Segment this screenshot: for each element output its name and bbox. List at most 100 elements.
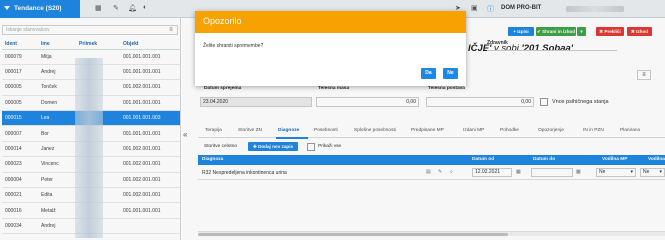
resident-list-panel: ≡ Ident Ime Priimek Objekt 000079Mitja00… bbox=[0, 18, 181, 240]
tab-splosne-posebnosti[interactable]: Splošne posebnosti bbox=[354, 128, 396, 133]
add-record-button[interactable]: ✚ Dodaj nov zapis bbox=[248, 142, 298, 151]
date-to-field[interactable] bbox=[531, 168, 573, 177]
weight-field[interactable]: 0,00 bbox=[316, 97, 419, 107]
tab-pohodke[interactable]: Pohodke bbox=[500, 128, 519, 133]
surname-cell bbox=[76, 125, 120, 142]
tab-diagnoze[interactable]: Diagnoze bbox=[278, 128, 299, 133]
grid-header-lead[interactable]: Vodilna bbox=[648, 157, 665, 162]
tab-izdani-mp[interactable]: Izdani MP bbox=[463, 128, 484, 133]
table-row[interactable]: 000034 Andrej bbox=[2, 218, 180, 235]
surname-cell bbox=[76, 218, 120, 235]
surname-cell bbox=[76, 187, 120, 204]
tab-planirano[interactable]: Planirano bbox=[620, 128, 640, 133]
save-options-dropdown[interactable]: ▾ bbox=[577, 27, 586, 36]
diagnosis-row[interactable]: R32 Nespredeljena inkontinenca urina ▤ ✎… bbox=[198, 165, 665, 180]
bell-icon[interactable]: 🔔︎ bbox=[128, 4, 137, 12]
device-icon[interactable]: ▣ bbox=[471, 4, 478, 12]
grid-header-date-to[interactable]: Datum do bbox=[533, 157, 555, 162]
search-row-icon[interactable]: ⌕ bbox=[450, 169, 453, 175]
cancel-button[interactable]: ✖ Prekliči bbox=[596, 27, 624, 36]
name-cell: Domen bbox=[38, 95, 76, 112]
yes-button[interactable]: Da bbox=[421, 68, 436, 79]
calculator-icon[interactable]: ▤ bbox=[426, 169, 431, 175]
tab-predpisane-mp[interactable]: Predpisane MP bbox=[411, 128, 444, 133]
name-cell: Andrej bbox=[38, 64, 76, 81]
edit-row-icon[interactable]: ✎ bbox=[438, 169, 442, 175]
history-label[interactable]: Storitve celotno bbox=[204, 144, 237, 149]
info-icon[interactable]: ⓘ bbox=[487, 4, 494, 14]
save-and-close-button[interactable]: ✔ Shrani in izhod bbox=[536, 27, 576, 36]
name-cell: Janez bbox=[38, 141, 76, 158]
filter-menu-icon[interactable]: ≡ bbox=[166, 26, 176, 34]
app-title-button[interactable]: Tendance (S20) bbox=[0, 0, 80, 18]
doctor-label: Zdravnik bbox=[487, 40, 508, 46]
surname-cell bbox=[76, 156, 120, 173]
search-input[interactable] bbox=[6, 26, 156, 34]
mental-state-checkbox[interactable] bbox=[540, 98, 548, 106]
column-header-surname[interactable]: Priimek bbox=[76, 40, 120, 50]
horizontal-scrollbar[interactable] bbox=[198, 231, 665, 236]
resident-table: Ident Ime Priimek Objekt 000079 Mitja 001.… bbox=[2, 40, 180, 235]
tab-storitve-zn[interactable]: Storitve ZN bbox=[238, 128, 262, 133]
tab-terapija[interactable]: Terapija bbox=[205, 128, 222, 133]
grid-header-lead-mp[interactable]: Vodilna MP bbox=[602, 157, 628, 162]
collapse-panel-icon[interactable]: « bbox=[183, 130, 187, 139]
chevron-down-icon: ▾ bbox=[659, 169, 662, 175]
table-row[interactable]: 000023 Vincenc 001.002.001.001 bbox=[2, 156, 180, 173]
grid-header-diagnosis[interactable]: Diagnoza bbox=[202, 157, 223, 162]
name-cell: Andrej bbox=[38, 218, 76, 235]
surname-cell bbox=[76, 49, 120, 65]
object-cell: 001.001.001.001 bbox=[120, 64, 180, 81]
ident-cell: 000015 bbox=[2, 110, 38, 127]
surname-cell bbox=[76, 110, 120, 127]
column-header-object[interactable]: Objekt bbox=[120, 40, 180, 50]
column-header-ident[interactable]: Ident bbox=[2, 40, 38, 50]
table-row[interactable]: 000005 Tonček 001.002.001.001 bbox=[2, 79, 180, 96]
app-title-label: Tendance (S20) bbox=[14, 5, 62, 12]
table-row[interactable]: 000016 Metalž 001.001.001.001 bbox=[2, 202, 180, 219]
dialog-message: Želite shraniti spremembe? bbox=[203, 43, 264, 49]
chevron-down-icon: ▾ bbox=[630, 169, 633, 175]
exit-button[interactable]: ✖ Izhod bbox=[627, 27, 652, 36]
name-cell: Peter bbox=[38, 172, 76, 189]
calendar-icon[interactable]: ▦ bbox=[576, 169, 581, 175]
show-all-checkbox[interactable] bbox=[307, 143, 315, 151]
table-row[interactable]: 000015 Lea 001.001.001.003 bbox=[2, 110, 180, 127]
grid-icon[interactable]: ▦ bbox=[95, 4, 102, 12]
ident-cell: 000034 bbox=[2, 218, 38, 235]
ident-cell: 000007 bbox=[2, 125, 38, 142]
table-row[interactable]: 000017 Andrej 001.001.001.001 bbox=[2, 64, 180, 81]
calendar-icon[interactable]: ▦ bbox=[516, 169, 521, 175]
lead-select[interactable]: Ne ▾ bbox=[640, 168, 665, 177]
grid-header-date-from[interactable]: Datum od bbox=[472, 157, 494, 162]
table-row[interactable]: 000005 Domen 001.001.001.001 bbox=[2, 95, 180, 112]
admission-date-field: 23.04.2020 bbox=[200, 97, 312, 107]
name-cell: Mitja bbox=[38, 49, 76, 65]
table-row[interactable]: 000021 Edita 001.002.001.001 bbox=[2, 187, 180, 204]
new-button[interactable]: + Izpisi bbox=[508, 27, 534, 36]
date-from-field[interactable]: 12.02.2021 bbox=[472, 168, 512, 177]
doctor-input[interactable] bbox=[487, 50, 617, 51]
object-cell: 001.002.001.001 bbox=[120, 141, 180, 158]
edit-icon[interactable]: ✎ bbox=[113, 4, 119, 12]
table-row[interactable]: 000014 Janez 001.002.001.001 bbox=[2, 141, 180, 158]
table-row[interactable]: 000004 Peter 001.002.001.001 bbox=[2, 172, 180, 189]
ident-cell: 000016 bbox=[2, 202, 38, 219]
column-header-name[interactable]: Ime bbox=[38, 40, 76, 50]
object-cell: 001.001.001.001 bbox=[120, 125, 180, 142]
scrollbar-thumb[interactable] bbox=[198, 233, 508, 236]
table-row[interactable]: 000079 Mitja 001.001.001.001 bbox=[2, 49, 180, 65]
no-button[interactable]: Ne bbox=[443, 68, 458, 79]
surname-cell bbox=[76, 141, 120, 158]
user-name-redacted[interactable] bbox=[566, 6, 624, 12]
more-menu-button[interactable]: ≡ bbox=[637, 70, 651, 80]
lead-mp-select[interactable]: Ne ▾ bbox=[596, 168, 636, 177]
height-field[interactable]: 0,00 bbox=[426, 97, 534, 107]
table-row[interactable]: 000007 Bor 001.001.001.001 bbox=[2, 125, 180, 142]
tab-posebnosti[interactable]: Posebnosti bbox=[314, 128, 338, 133]
theme-icon[interactable]: ◐ bbox=[143, 4, 147, 11]
height-label: Telesna postava bbox=[428, 86, 465, 91]
tab-in-pzn[interactable]: IN in PZN bbox=[583, 128, 604, 133]
tab-opozorjenje[interactable]: Opozorjenje bbox=[538, 128, 564, 133]
name-cell: Edita bbox=[38, 187, 76, 204]
